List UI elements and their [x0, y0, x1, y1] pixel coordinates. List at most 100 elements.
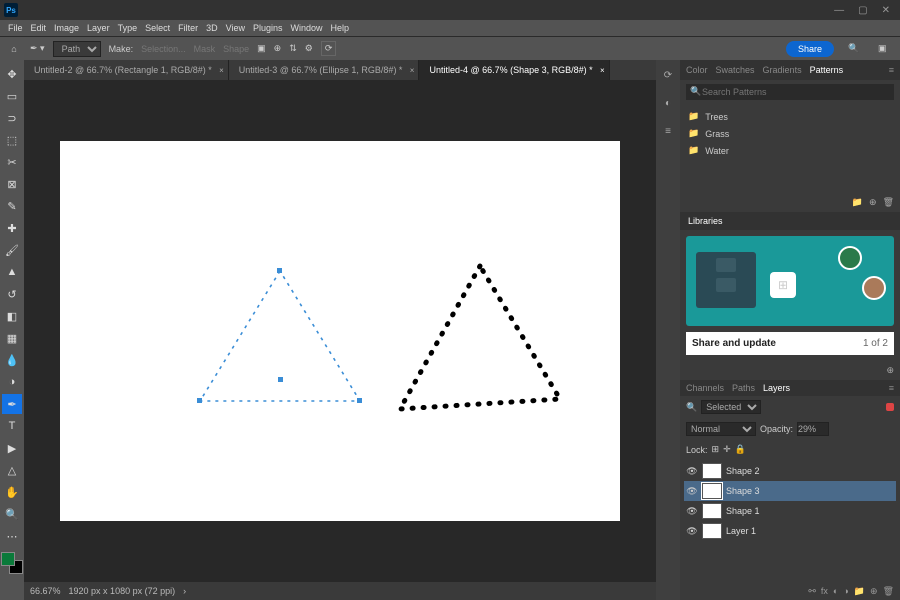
doc-info[interactable]: 1920 px x 1080 px (72 ppi) [69, 586, 176, 596]
frame-tool[interactable]: ⊠ [2, 174, 22, 194]
visibility-icon[interactable]: 👁 [686, 526, 698, 537]
menu-3d[interactable]: 3D [206, 23, 218, 33]
history-panel-icon[interactable]: ⟳ [659, 66, 677, 84]
layer-filter-select[interactable]: Selected [701, 400, 761, 414]
search-icon[interactable]: 🔍 [848, 43, 864, 54]
menu-layer[interactable]: Layer [87, 23, 110, 33]
share-button[interactable]: Share [786, 41, 834, 57]
visibility-icon[interactable]: 👁 [686, 466, 698, 477]
trash-icon[interactable]: 🗑 [883, 586, 894, 597]
arrange-icon[interactable]: ⇅ [289, 43, 297, 54]
move-tool[interactable]: ✥ [2, 64, 22, 84]
menu-window[interactable]: Window [291, 23, 323, 33]
tab-gradients[interactable]: Gradients [763, 65, 802, 75]
trash-icon[interactable]: 🗑 [883, 197, 894, 208]
history-brush-tool[interactable]: ↺ [2, 284, 22, 304]
doc-tab-2[interactable]: Untitled-3 @ 66.7% (Ellipse 1, RGB/8#) *… [229, 60, 420, 80]
selection-tool[interactable]: ⬚ [2, 130, 22, 150]
chevron-right-icon[interactable]: › [183, 586, 186, 596]
menu-select[interactable]: Select [145, 23, 170, 33]
close-icon[interactable]: × [410, 66, 415, 75]
layer-row[interactable]: 👁 Shape 2 [684, 461, 896, 481]
dodge-tool[interactable]: ◑ [2, 372, 22, 392]
stamp-tool[interactable]: ▲ [2, 262, 22, 282]
menu-view[interactable]: View [226, 23, 245, 33]
close-icon[interactable]: × [219, 66, 224, 75]
visibility-icon[interactable]: 👁 [686, 506, 698, 517]
panel-menu-icon[interactable]: ≡ [889, 65, 894, 75]
layer-row[interactable]: 👁 Shape 3 [684, 481, 896, 501]
path-select-tool[interactable]: ▶ [2, 438, 22, 458]
crop-tool[interactable]: ✂ [2, 152, 22, 172]
add-library-icon[interactable]: ⊕ [886, 365, 894, 376]
tab-paths[interactable]: Paths [732, 380, 755, 396]
menu-file[interactable]: File [8, 23, 23, 33]
lock-all-icon[interactable]: 🔒 [735, 444, 746, 455]
lock-position-icon[interactable]: ✛ [723, 444, 731, 455]
gear-icon[interactable]: ⚙ [305, 43, 313, 54]
align-icon[interactable]: ⊕ [274, 43, 282, 54]
canvas[interactable] [60, 141, 620, 521]
pen-tool-preset-icon[interactable]: ✒ ▾ [30, 43, 45, 54]
patterns-search-input[interactable] [686, 84, 894, 100]
opacity-input[interactable] [797, 422, 829, 436]
type-tool[interactable]: T [2, 416, 22, 436]
zoom-tool[interactable]: 🔍 [2, 504, 22, 524]
blur-tool[interactable]: 💧 [2, 350, 22, 370]
layer-row[interactable]: 👁 Shape 1 [684, 501, 896, 521]
doc-tab-3[interactable]: Untitled-4 @ 66.7% (Shape 3, RGB/8#) *× [419, 60, 609, 80]
lock-pixels-icon[interactable]: ⊞ [712, 444, 720, 455]
filter-toggle[interactable] [886, 403, 894, 411]
foreground-color-swatch[interactable] [1, 552, 15, 566]
link-layers-icon[interactable]: ⚯ [808, 586, 816, 597]
tab-patterns[interactable]: Patterns [810, 65, 844, 75]
menu-image[interactable]: Image [54, 23, 79, 33]
doc-tab-1[interactable]: Untitled-2 @ 66.7% (Rectangle 1, RGB/8#)… [24, 60, 229, 80]
menu-type[interactable]: Type [118, 23, 138, 33]
folder-trees[interactable]: 📁Trees [688, 108, 892, 125]
layer-row[interactable]: 👁 Layer 1 [684, 521, 896, 541]
make-mask-button[interactable]: Mask [194, 44, 216, 54]
adjustments-panel-icon[interactable]: ◐ [659, 94, 677, 112]
marquee-tool[interactable]: ▭ [2, 86, 22, 106]
path-ops-icon[interactable]: ▣ [257, 43, 266, 54]
panel-menu-icon[interactable]: ≡ [889, 380, 894, 396]
make-shape-button[interactable]: Shape [223, 44, 249, 54]
properties-panel-icon[interactable]: ≡ [659, 122, 677, 140]
adjustment-icon[interactable]: ◑ [843, 586, 848, 597]
blend-mode-select[interactable]: Normal [686, 422, 756, 436]
menu-edit[interactable]: Edit [31, 23, 47, 33]
menu-plugins[interactable]: Plugins [253, 23, 283, 33]
close-window-button[interactable]: ✕ [882, 5, 890, 16]
shape-tool[interactable]: △ [2, 460, 22, 480]
group-icon[interactable]: 📁 [854, 586, 865, 597]
eyedropper-tool[interactable]: ✎ [2, 196, 22, 216]
healing-tool[interactable]: ✚ [2, 218, 22, 238]
lasso-tool[interactable]: ⊃ [2, 108, 22, 128]
maximize-button[interactable]: ▢ [858, 5, 867, 16]
make-selection-button[interactable]: Selection... [141, 44, 186, 54]
zoom-level[interactable]: 66.67% [30, 586, 61, 596]
folder-grass[interactable]: 📁Grass [688, 125, 892, 142]
tab-color[interactable]: Color [686, 65, 708, 75]
pen-tool[interactable]: ✒ [2, 394, 22, 414]
tab-swatches[interactable]: Swatches [716, 65, 755, 75]
color-swatches[interactable] [1, 552, 23, 574]
tab-layers[interactable]: Layers [763, 380, 790, 396]
hand-tool[interactable]: ✋ [2, 482, 22, 502]
libraries-card[interactable]: ⊞ [686, 236, 894, 326]
libraries-header[interactable]: Libraries [680, 212, 900, 230]
eraser-tool[interactable]: ◧ [2, 306, 22, 326]
folder-water[interactable]: 📁Water [688, 142, 892, 159]
visibility-icon[interactable]: 👁 [686, 486, 698, 497]
new-item-icon[interactable]: ⊕ [869, 197, 877, 208]
close-icon[interactable]: × [600, 66, 605, 75]
home-button[interactable]: ⌂ [6, 41, 22, 57]
minimize-button[interactable]: — [834, 5, 844, 16]
new-layer-icon[interactable]: ⊕ [870, 586, 878, 597]
mode-select[interactable]: Path [53, 41, 101, 57]
rubber-band-icon[interactable]: ⟳ [321, 41, 337, 56]
new-folder-icon[interactable]: 📁 [852, 197, 863, 208]
brush-tool[interactable]: 🖌 [2, 240, 22, 260]
edit-toolbar[interactable]: ⋯ [2, 526, 22, 546]
